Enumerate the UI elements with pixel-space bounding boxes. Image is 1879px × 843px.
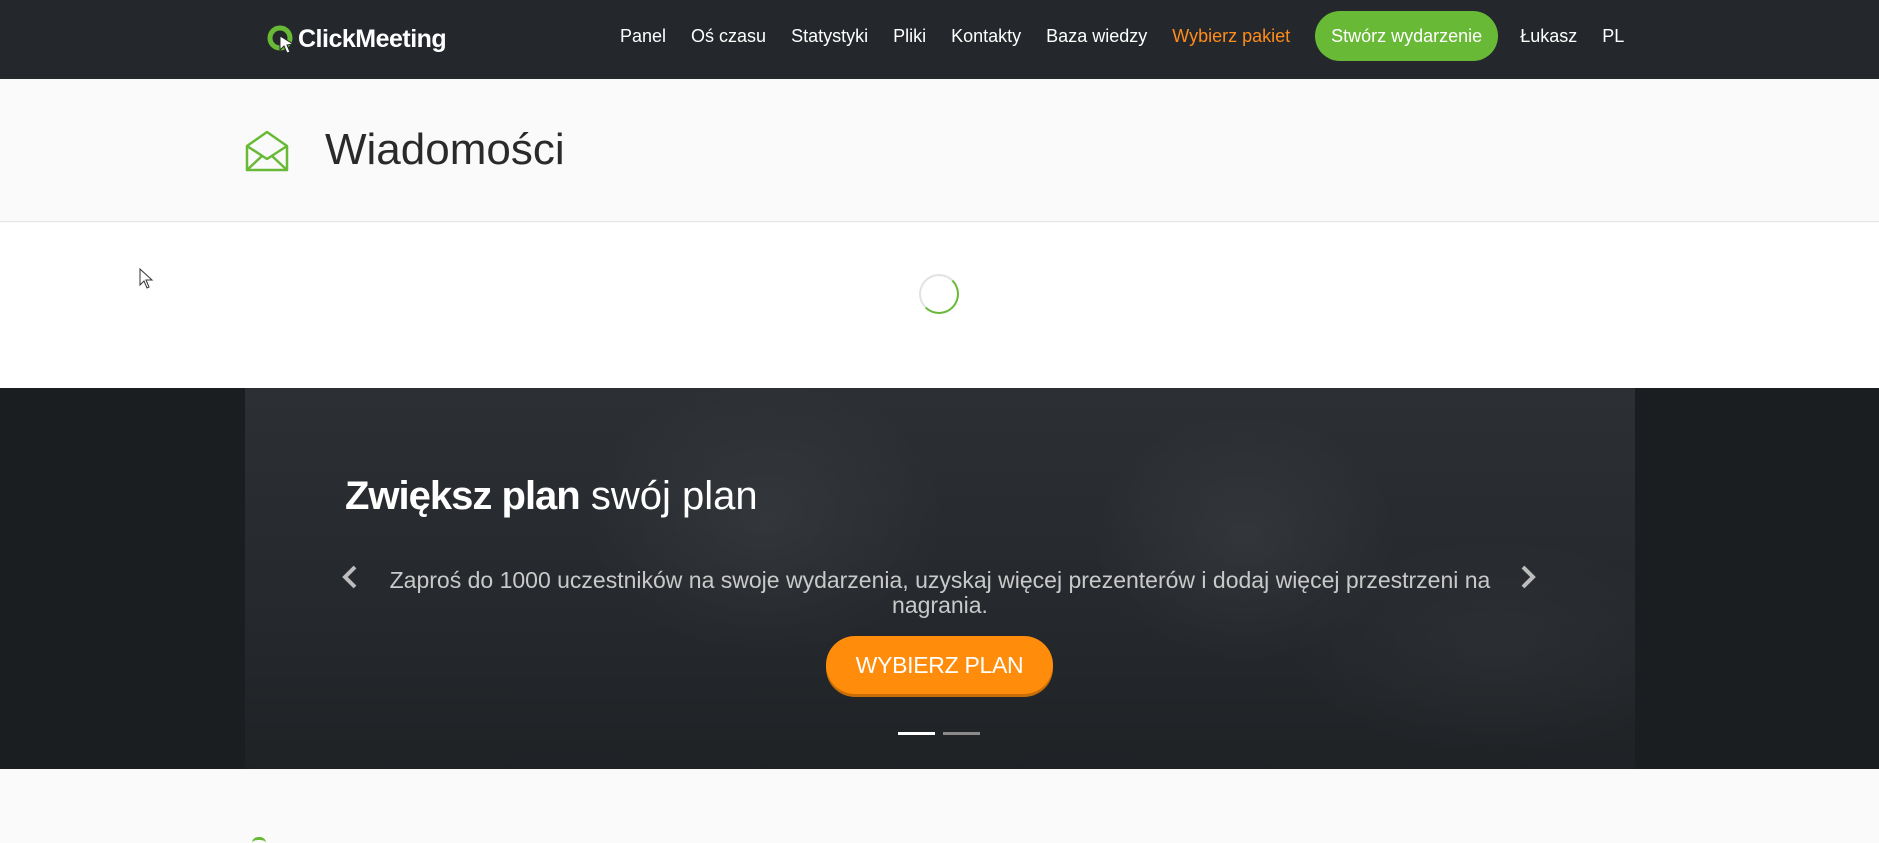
choose-plan-button[interactable]: WYBIERZ PLAN <box>826 636 1053 694</box>
language-selector[interactable]: PL <box>1602 26 1624 47</box>
page-title: Wiadomości <box>325 125 565 174</box>
nav-item-timeline[interactable]: Oś czasu <box>691 26 766 47</box>
carousel-next-arrow-icon[interactable] <box>1513 560 1543 594</box>
nav-item-files[interactable]: Pliki <box>893 26 926 47</box>
carousel-dot-2[interactable] <box>943 732 980 735</box>
loading-spinner <box>919 274 959 314</box>
user-menu[interactable]: Łukasz <box>1520 26 1577 47</box>
nav-item-statistics[interactable]: Statystyki <box>791 26 868 47</box>
upgrade-promo-banner: Zwiększ plan swój plan Zaproś do 1000 uc… <box>0 388 1879 769</box>
promo-title-bold: Zwiększ plan <box>345 474 581 518</box>
promo-title: Zwiększ plan swój plan <box>345 474 758 519</box>
envelope-open-icon <box>245 130 289 172</box>
clickmeeting-logo[interactable]: ClickMeeting <box>266 22 447 56</box>
main-nav: Panel Oś czasu Statystyki Pliki Kontakty… <box>620 10 1649 62</box>
promo-description: Zaproś do 1000 uczestników na swoje wyda… <box>389 567 1491 618</box>
carousel-indicators <box>898 732 988 735</box>
page-header: Wiadomości <box>0 79 1879 222</box>
nav-item-choose-package[interactable]: Wybierz pakiet <box>1172 26 1290 47</box>
nav-item-knowledge-base[interactable]: Baza wiedzy <box>1046 26 1147 47</box>
messages-content <box>0 223 1879 388</box>
carousel-prev-arrow-icon[interactable] <box>335 560 365 594</box>
promo-title-rest: swój plan <box>579 474 758 518</box>
mouse-cursor-icon <box>139 268 154 289</box>
top-navigation: ClickMeeting Panel Oś czasu Statystyki P… <box>0 0 1879 79</box>
nav-item-contacts[interactable]: Kontakty <box>951 26 1021 47</box>
next-section <box>0 769 1879 843</box>
logo-text: ClickMeeting <box>298 24 447 53</box>
nav-item-panel[interactable]: Panel <box>620 26 666 47</box>
section-icon-partial <box>252 837 266 843</box>
clickmeeting-logo-icon <box>267 25 295 54</box>
carousel-dot-1[interactable] <box>898 732 935 735</box>
create-event-button[interactable]: Stwórz wydarzenie <box>1315 11 1499 61</box>
